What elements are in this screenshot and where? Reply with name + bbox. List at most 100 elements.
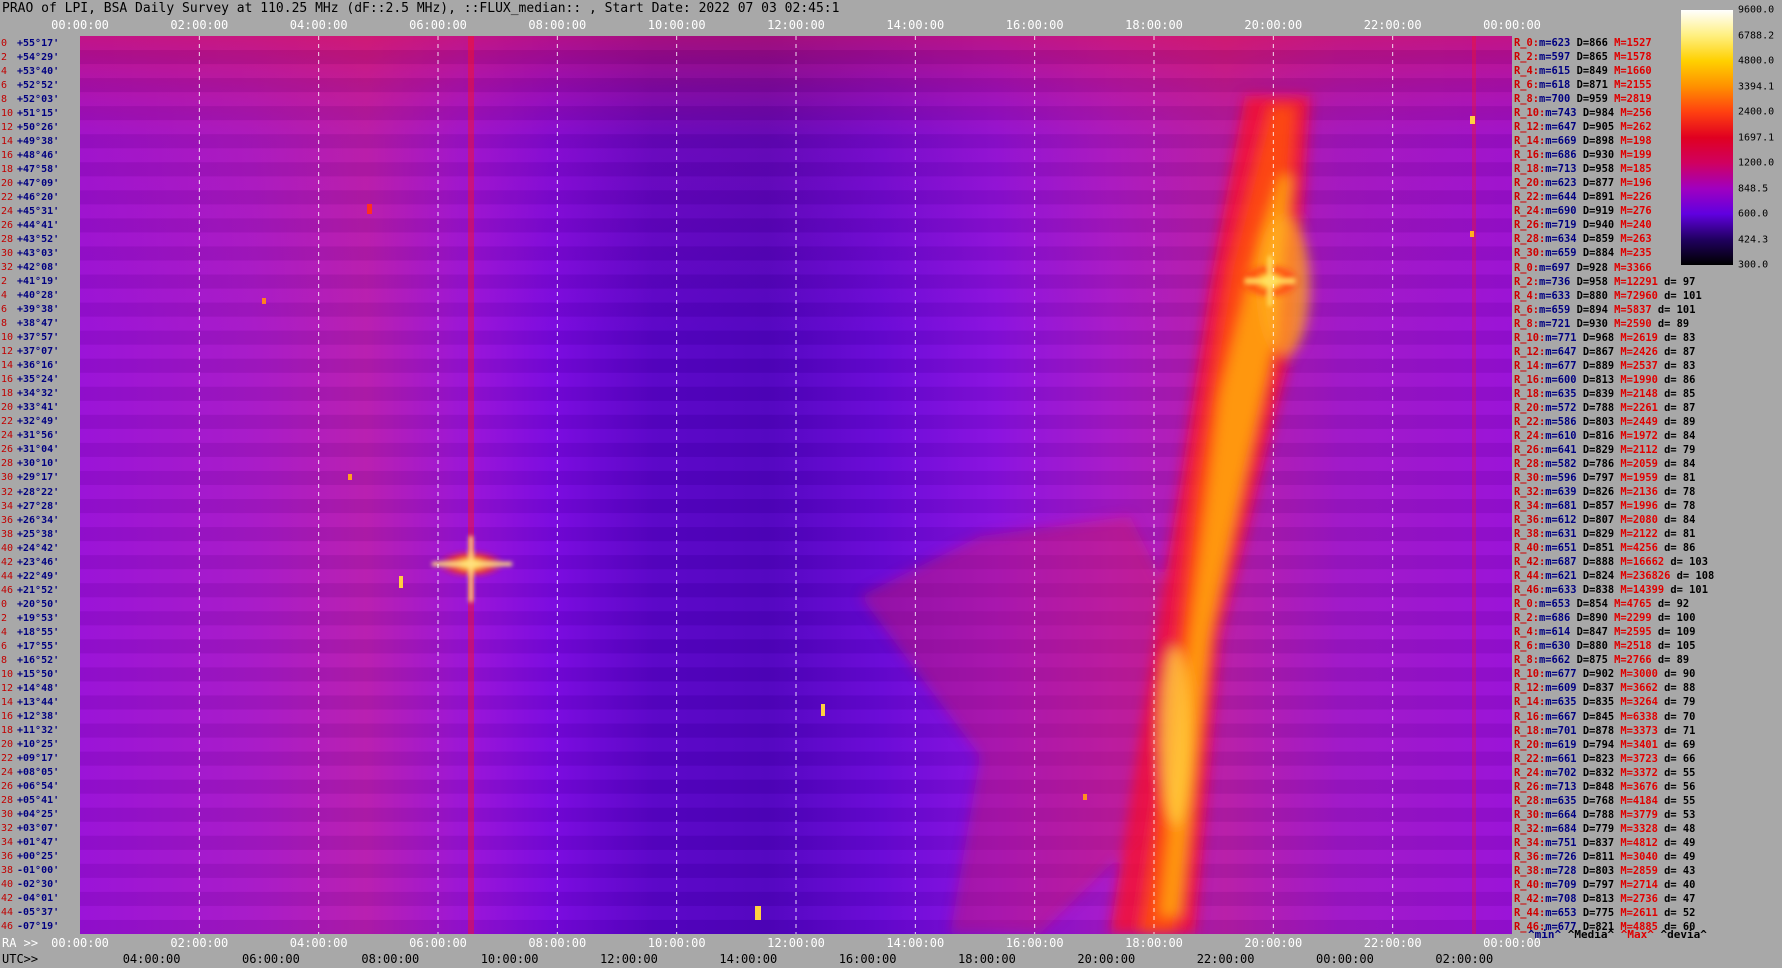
beam-index: 12 bbox=[1, 682, 14, 694]
stats-row: R_4:m=615 D=849 M=1660 bbox=[1514, 64, 1652, 78]
colorbar-tick: 6788.2 bbox=[1738, 30, 1775, 41]
stats-row: R_18:m=635 D=839 M=2148 d= 85 bbox=[1514, 387, 1695, 401]
declination-row: 0 +55°17' bbox=[0, 37, 80, 50]
utctime-tick: 22:00:00 bbox=[1196, 952, 1255, 966]
stats-min: m=631 bbox=[1545, 528, 1577, 541]
beam-index: 18 bbox=[1, 725, 14, 737]
declination-value: +39°38' bbox=[17, 304, 60, 316]
stats-max: M=72960 bbox=[1607, 289, 1658, 302]
stats-row: R_0:m=653 D=854 M=4765 d= 92 bbox=[1514, 597, 1689, 611]
beam-index: 40 bbox=[1, 879, 14, 891]
declination-row: 22 +46°20' bbox=[0, 191, 80, 204]
stats-row: R_0:m=623 D=866 M=1527 bbox=[1514, 36, 1652, 50]
declination-row: 34 +01°47' bbox=[0, 836, 80, 849]
stats-min: m=641 bbox=[1545, 443, 1577, 456]
stats-max: M=5837 bbox=[1607, 303, 1652, 316]
stats-max: M=2619 bbox=[1614, 331, 1658, 344]
stats-beam: R_26: bbox=[1514, 443, 1546, 456]
stats-row: R_26:m=713 D=848 M=3676 d= 56 bbox=[1514, 780, 1695, 794]
declination-row: 44 +22°49' bbox=[0, 570, 80, 583]
stats-devia: d= 83 bbox=[1657, 359, 1696, 372]
utctime-tick: 12:00:00 bbox=[600, 952, 658, 966]
stats-row: R_10:m=677 D=902 M=3000 d= 90 bbox=[1514, 667, 1695, 681]
stats-beam: R_36: bbox=[1514, 514, 1546, 527]
stats-devia: d= 101 bbox=[1657, 289, 1702, 302]
toptime-tick: 10:00:00 bbox=[647, 18, 706, 32]
beam-index: 10 bbox=[1, 668, 14, 680]
stats-median: D=816 bbox=[1576, 429, 1615, 442]
stats-devia: d= 43 bbox=[1657, 864, 1696, 877]
stats-devia: d= 48 bbox=[1657, 822, 1696, 835]
stats-min: m=615 bbox=[1539, 65, 1571, 78]
stats-max: M=226 bbox=[1614, 191, 1652, 204]
stats-beam: R_2: bbox=[1514, 275, 1540, 288]
stats-min: m=639 bbox=[1545, 486, 1577, 498]
declination-value: +28°22' bbox=[17, 486, 60, 498]
stats-beam: R_4: bbox=[1514, 626, 1540, 639]
declination-row: 24 +08°05' bbox=[0, 766, 80, 779]
stats-row: R_14:m=677 D=889 M=2537 d= 83 bbox=[1514, 359, 1695, 373]
stats-row: R_24:m=702 D=832 M=3372 d= 55 bbox=[1514, 766, 1695, 780]
declination-row: 2 +19°53' bbox=[0, 612, 80, 625]
stats-min: m=751 bbox=[1545, 836, 1577, 849]
stats-devia: d= 87 bbox=[1657, 401, 1696, 414]
declination-row: 30 +29°17' bbox=[0, 471, 80, 484]
stats-row: R_28:m=582 D=786 M=2059 d= 84 bbox=[1514, 457, 1695, 471]
stats-max: M=263 bbox=[1614, 233, 1652, 246]
utctime-tick: 00:00:00 bbox=[1316, 952, 1374, 966]
stats-median: D=848 bbox=[1576, 780, 1615, 793]
beam-index: 26 bbox=[1, 219, 14, 231]
stats-min: m=677 bbox=[1545, 359, 1577, 372]
stats-median: D=877 bbox=[1576, 177, 1615, 190]
beam-index: 0 bbox=[1, 598, 8, 610]
stats-min: m=644 bbox=[1545, 191, 1577, 204]
declination-value: +34°32' bbox=[17, 388, 60, 400]
declination-row: 16 +35°24' bbox=[0, 373, 80, 386]
utc-axis: 04:00:00 06:00:00 08:00:00 10:00:00 12:00:00… bbox=[0, 952, 1520, 966]
beam-index: 26 bbox=[1, 781, 14, 793]
stats-max: M=2595 bbox=[1607, 626, 1652, 639]
stats-row: R_16:m=686 D=930 M=199 bbox=[1514, 148, 1652, 162]
colorbar-tick: 848.5 bbox=[1738, 183, 1769, 194]
declination-row: 20 +10°25' bbox=[0, 738, 80, 751]
beam-index: 8 bbox=[1, 93, 8, 105]
bottime-tick: 08:00:00 bbox=[528, 936, 587, 950]
stats-max: M=1990 bbox=[1614, 373, 1658, 386]
stats-devia: d= 89 bbox=[1651, 317, 1690, 330]
beam-index: 14 bbox=[1, 360, 14, 372]
stats-median: D=788 bbox=[1576, 808, 1615, 821]
stats-median: D=823 bbox=[1576, 752, 1615, 765]
bottime-tick: 04:00:00 bbox=[289, 936, 348, 950]
stats-beam: R_32: bbox=[1514, 486, 1546, 498]
beam-index: 2 bbox=[1, 612, 8, 624]
colorbar-tick: 424.3 bbox=[1738, 234, 1769, 245]
stats-row: R_34:m=751 D=837 M=4812 d= 49 bbox=[1514, 836, 1695, 850]
stats-devia: d= 52 bbox=[1657, 906, 1696, 919]
declination-row: 30 +43°03' bbox=[0, 247, 80, 260]
declination-row: 10 +37°57' bbox=[0, 331, 80, 344]
stats-row: R_0:m=697 D=928 M=3366 bbox=[1514, 261, 1652, 275]
beam-index: 10 bbox=[1, 107, 14, 119]
stats-min: m=610 bbox=[1545, 429, 1577, 442]
stats-min: m=661 bbox=[1545, 752, 1577, 765]
stats-row: R_6:m=630 D=880 M=2518 d= 105 bbox=[1514, 639, 1695, 653]
stats-median: D=786 bbox=[1576, 457, 1615, 470]
declination-row: 26 +06°54' bbox=[0, 780, 80, 793]
stats-max: M=3723 bbox=[1614, 752, 1658, 765]
stats-median: D=845 bbox=[1576, 710, 1615, 723]
utctime-tick: 06:00:00 bbox=[242, 952, 300, 966]
stats-min: m=719 bbox=[1545, 219, 1577, 232]
stats-beam: R_20: bbox=[1514, 401, 1546, 414]
galactic-plane-glow-lower bbox=[1160, 646, 1190, 826]
beam-index: 38 bbox=[1, 528, 14, 540]
utctime-tick: 20:00:00 bbox=[1077, 952, 1136, 966]
stats-beam: R_14: bbox=[1514, 696, 1546, 709]
stats-median: D=889 bbox=[1576, 359, 1615, 372]
stats-beam: R_18: bbox=[1514, 387, 1546, 400]
stats-devia: d= 100 bbox=[1651, 612, 1696, 625]
stats-max: M=3040 bbox=[1614, 850, 1658, 863]
declination-value: +19°53' bbox=[17, 612, 60, 624]
stats-beam: R_38: bbox=[1514, 528, 1546, 541]
stats-row: R_12:m=647 D=905 M=262 bbox=[1514, 120, 1652, 134]
colorbar-tick: 300.0 bbox=[1738, 259, 1769, 271]
